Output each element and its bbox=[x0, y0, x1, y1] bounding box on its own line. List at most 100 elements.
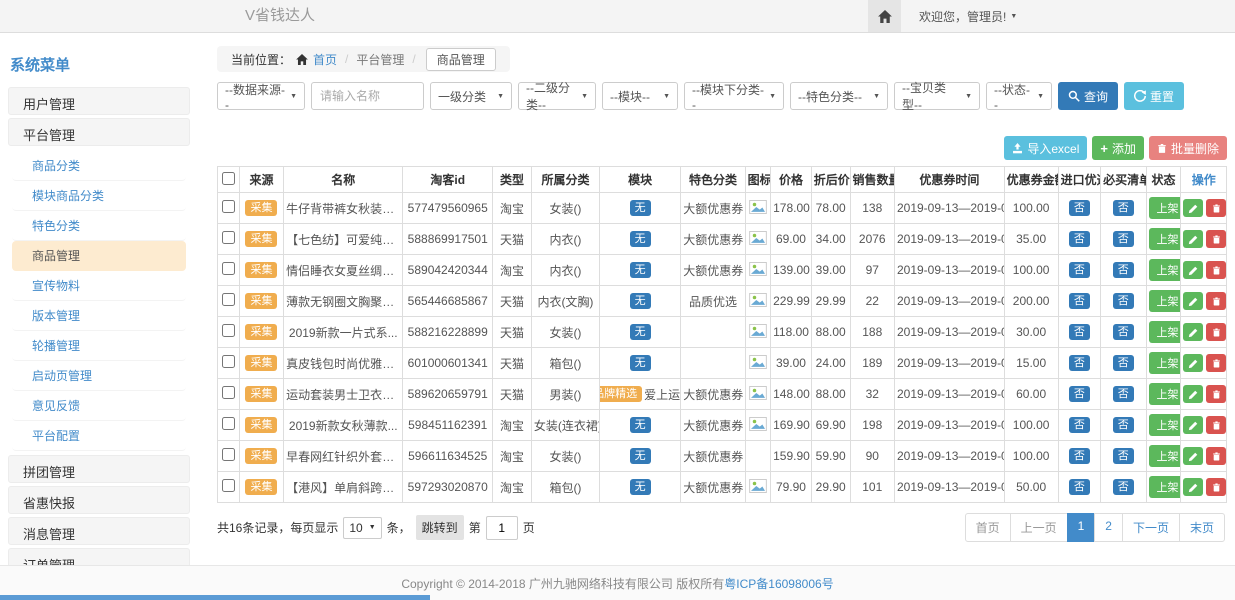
module-badge[interactable]: 无 bbox=[630, 448, 651, 464]
edit-button[interactable] bbox=[1183, 354, 1203, 372]
search-button[interactable]: 查询 bbox=[1058, 82, 1118, 110]
filter-feature-category[interactable]: --特色分类--▼ bbox=[790, 82, 888, 110]
imported-toggle[interactable]: 否 bbox=[1069, 324, 1090, 340]
user-menu[interactable]: 欢迎您，管理员! ▼ bbox=[919, 8, 1017, 25]
imported-toggle[interactable]: 否 bbox=[1069, 479, 1090, 495]
delete-button[interactable] bbox=[1206, 478, 1226, 496]
filter-level1-category[interactable]: 一级分类▼ bbox=[430, 82, 512, 110]
must-buy-toggle[interactable]: 否 bbox=[1113, 479, 1134, 495]
add-button[interactable]: + 添加 bbox=[1092, 136, 1144, 160]
delete-button[interactable] bbox=[1206, 385, 1226, 403]
must-buy-toggle[interactable]: 否 bbox=[1113, 262, 1134, 278]
row-checkbox[interactable] bbox=[222, 231, 235, 244]
page-button[interactable]: 末页 bbox=[1179, 513, 1225, 542]
edit-button[interactable] bbox=[1183, 416, 1203, 434]
module-badge[interactable]: 无 bbox=[630, 293, 651, 309]
sidebar-item[interactable]: 消息管理 bbox=[8, 517, 190, 545]
select-all-checkbox[interactable] bbox=[222, 172, 235, 185]
sidebar-subitem[interactable]: 启动页管理 bbox=[12, 361, 186, 391]
imported-toggle[interactable]: 否 bbox=[1069, 231, 1090, 247]
page-button[interactable]: 1 bbox=[1067, 513, 1096, 542]
filter-level2-category[interactable]: --二级分类--▼ bbox=[518, 82, 596, 110]
breadcrumb-home-link[interactable]: 首页 bbox=[313, 51, 337, 68]
edit-button[interactable] bbox=[1183, 230, 1203, 248]
must-buy-toggle[interactable]: 否 bbox=[1113, 448, 1134, 464]
must-buy-toggle[interactable]: 否 bbox=[1113, 324, 1134, 340]
must-buy-toggle[interactable]: 否 bbox=[1113, 355, 1134, 371]
status-button[interactable]: 上架 bbox=[1149, 414, 1181, 436]
imported-toggle[interactable]: 否 bbox=[1069, 262, 1090, 278]
filter-module[interactable]: --模块--▼ bbox=[602, 82, 678, 110]
filter-item-type[interactable]: --宝贝类型--▼ bbox=[894, 82, 980, 110]
delete-button[interactable] bbox=[1206, 447, 1226, 465]
module-badge[interactable]: 无 bbox=[630, 262, 651, 278]
imported-toggle[interactable]: 否 bbox=[1069, 417, 1090, 433]
row-checkbox[interactable] bbox=[222, 200, 235, 213]
page-button[interactable]: 下一页 bbox=[1122, 513, 1180, 542]
sidebar-item[interactable]: 平台管理 bbox=[8, 118, 190, 146]
jump-to-button[interactable]: 跳转到 bbox=[416, 515, 464, 540]
row-checkbox[interactable] bbox=[222, 324, 235, 337]
edit-button[interactable] bbox=[1183, 261, 1203, 279]
module-badge[interactable]: 无 bbox=[630, 355, 651, 371]
import-excel-button[interactable]: 导入excel bbox=[1004, 136, 1087, 160]
must-buy-toggle[interactable]: 否 bbox=[1113, 386, 1134, 402]
horizontal-scrollbar-thumb[interactable] bbox=[0, 595, 430, 600]
must-buy-toggle[interactable]: 否 bbox=[1113, 417, 1134, 433]
row-checkbox[interactable] bbox=[222, 479, 235, 492]
edit-button[interactable] bbox=[1183, 447, 1203, 465]
status-button[interactable]: 上架 bbox=[1149, 383, 1181, 405]
filter-module-subcategory[interactable]: --模块下分类--▼ bbox=[684, 82, 784, 110]
batch-delete-button[interactable]: 批量删除 bbox=[1149, 136, 1227, 160]
icp-link[interactable]: 粤ICP备16098006号 bbox=[724, 575, 833, 592]
sidebar-subitem[interactable]: 商品分类 bbox=[12, 151, 186, 181]
row-checkbox[interactable] bbox=[222, 262, 235, 275]
delete-button[interactable] bbox=[1206, 230, 1226, 248]
imported-toggle[interactable]: 否 bbox=[1069, 355, 1090, 371]
sidebar-subitem[interactable]: 版本管理 bbox=[12, 301, 186, 331]
imported-toggle[interactable]: 否 bbox=[1069, 200, 1090, 216]
sidebar-subitem[interactable]: 轮播管理 bbox=[12, 331, 186, 361]
delete-button[interactable] bbox=[1206, 354, 1226, 372]
home-button[interactable] bbox=[868, 0, 901, 32]
status-button[interactable]: 上架 bbox=[1149, 445, 1181, 467]
delete-button[interactable] bbox=[1206, 416, 1226, 434]
filter-status[interactable]: --状态--▼ bbox=[986, 82, 1052, 110]
status-button[interactable]: 上架 bbox=[1149, 290, 1181, 312]
row-checkbox[interactable] bbox=[222, 386, 235, 399]
per-page-select[interactable]: 10 ▼ bbox=[343, 517, 381, 539]
row-checkbox[interactable] bbox=[222, 448, 235, 461]
row-checkbox[interactable] bbox=[222, 417, 235, 430]
page-button[interactable]: 2 bbox=[1094, 513, 1123, 542]
must-buy-toggle[interactable]: 否 bbox=[1113, 231, 1134, 247]
status-button[interactable]: 上架 bbox=[1149, 259, 1181, 281]
sidebar-item[interactable]: 省惠快报 bbox=[8, 486, 190, 514]
page-button[interactable]: 首页 bbox=[965, 513, 1011, 542]
status-button[interactable]: 上架 bbox=[1149, 228, 1181, 250]
delete-button[interactable] bbox=[1206, 261, 1226, 279]
sidebar-subitem[interactable]: 意见反馈 bbox=[12, 391, 186, 421]
sidebar-subitem[interactable]: 特色分类 bbox=[12, 211, 186, 241]
sidebar-subitem[interactable]: 宣传物料 bbox=[12, 271, 186, 301]
page-number-input[interactable] bbox=[486, 516, 518, 540]
edit-button[interactable] bbox=[1183, 199, 1203, 217]
module-badge[interactable]: 无 bbox=[630, 417, 651, 433]
status-button[interactable]: 上架 bbox=[1149, 321, 1181, 343]
row-checkbox[interactable] bbox=[222, 293, 235, 306]
edit-button[interactable] bbox=[1183, 323, 1203, 341]
row-checkbox[interactable] bbox=[222, 355, 235, 368]
name-search-input[interactable] bbox=[311, 82, 424, 110]
imported-toggle[interactable]: 否 bbox=[1069, 448, 1090, 464]
must-buy-toggle[interactable]: 否 bbox=[1113, 293, 1134, 309]
imported-toggle[interactable]: 否 bbox=[1069, 293, 1090, 309]
imported-toggle[interactable]: 否 bbox=[1069, 386, 1090, 402]
delete-button[interactable] bbox=[1206, 323, 1226, 341]
module-badge[interactable]: 无 bbox=[630, 200, 651, 216]
edit-button[interactable] bbox=[1183, 292, 1203, 310]
module-badge[interactable]: 品牌精选 bbox=[599, 386, 642, 402]
module-badge[interactable]: 无 bbox=[630, 479, 651, 495]
status-button[interactable]: 上架 bbox=[1149, 352, 1181, 374]
page-button[interactable]: 上一页 bbox=[1010, 513, 1068, 542]
delete-button[interactable] bbox=[1206, 199, 1226, 217]
status-button[interactable]: 上架 bbox=[1149, 197, 1181, 219]
